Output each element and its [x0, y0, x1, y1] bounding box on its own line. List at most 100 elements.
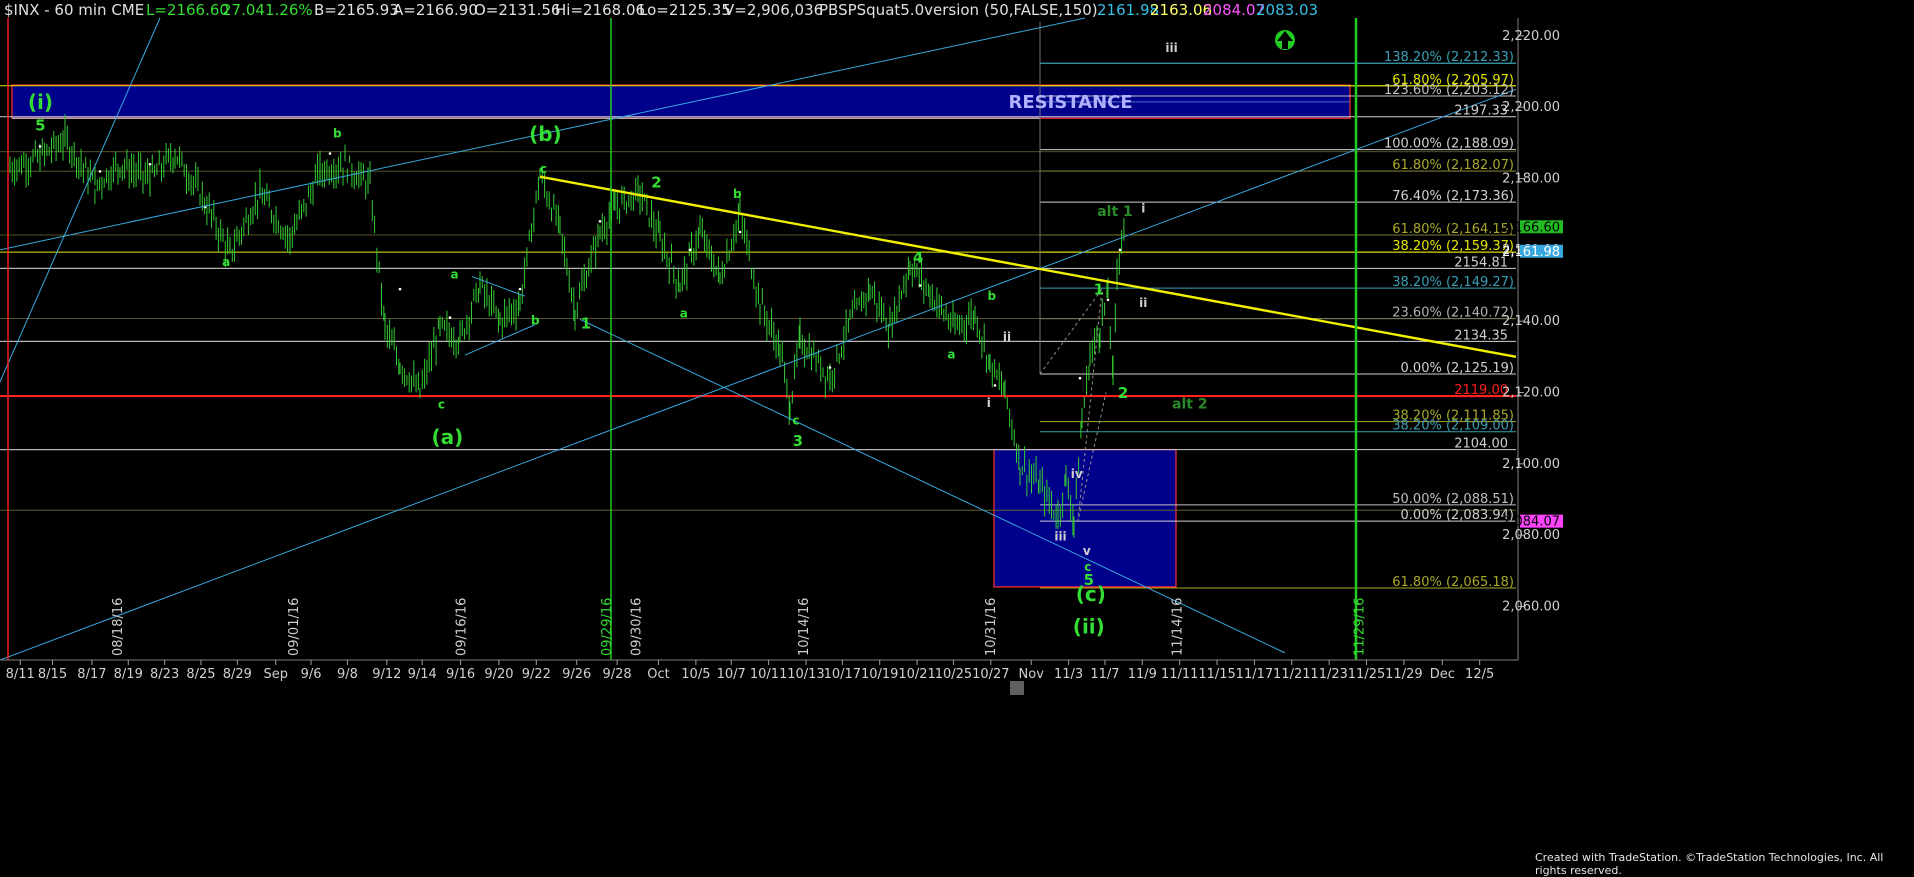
- x-tick-label: 12/5: [1465, 667, 1494, 682]
- y-tick-label: 2,120.00: [1502, 386, 1560, 401]
- x-tick-label: 11/21: [1273, 667, 1310, 682]
- x-tick-label: Dec: [1430, 667, 1455, 682]
- header-volume: V=2,906,036: [724, 1, 823, 19]
- wave-label: a: [222, 255, 230, 269]
- date-flag-label: 11/29/16: [1353, 598, 1368, 656]
- x-tick-label: 11/17: [1236, 667, 1273, 682]
- wave-label: i: [1141, 201, 1145, 215]
- price-level-label: 2104.00: [1454, 437, 1508, 452]
- price-marker: [598, 220, 602, 223]
- price-marker: [398, 287, 402, 291]
- wave-label: a: [680, 307, 688, 321]
- x-tick-label: 11/7: [1090, 667, 1119, 682]
- fib-level-label: 123.60% (2,203.12): [1384, 83, 1514, 98]
- wave-label: c: [540, 162, 547, 176]
- x-tick-label: 8/25: [186, 667, 215, 682]
- date-flag-label: 11/14/16: [1171, 598, 1186, 656]
- wave-label: c: [792, 414, 799, 428]
- fib-level-label: 50.00% (2,088.51): [1392, 492, 1514, 507]
- header-ind-value-4: 2083.03: [1256, 1, 1318, 19]
- price-marker: [993, 384, 997, 387]
- wave-label: iii: [1054, 530, 1066, 544]
- x-tick-label: 9/22: [522, 667, 551, 682]
- x-tick-label: 11/25: [1348, 667, 1385, 682]
- y-tick-label: 2,220.00: [1502, 29, 1560, 44]
- x-tick-label: 9/14: [408, 667, 437, 682]
- header-last: L=2166.60: [146, 1, 229, 19]
- wave-label: alt 1: [1097, 204, 1133, 220]
- wave-label: iii: [1165, 41, 1177, 55]
- x-tick-label: 9/12: [372, 667, 401, 682]
- fib-level-label: 38.20% (2,159.37): [1392, 239, 1514, 254]
- fib-level-label: 38.20% (2,149.27): [1392, 275, 1514, 290]
- price-marker: [148, 162, 152, 166]
- x-tick-label: 8/11: [6, 667, 35, 682]
- header-symbol: $INX - 60 min CME: [4, 1, 144, 19]
- x-tick-label: 8/19: [114, 667, 143, 682]
- date-flag-label: 09/01/16: [287, 598, 302, 656]
- wave-label: b: [531, 314, 540, 328]
- price-marker: [328, 152, 332, 155]
- date-flag-label: 10/14/16: [797, 598, 812, 656]
- wave-label: 1: [581, 314, 591, 332]
- header-hi: Hi=2168.06: [555, 1, 645, 19]
- wave-label: b: [333, 127, 342, 141]
- date-flag-label: 08/18/16: [111, 598, 126, 656]
- price-marker: [448, 316, 452, 319]
- x-tick-label: 10/17: [824, 667, 861, 682]
- price-chart[interactable]: $INX - 60 min CME L=2166.60 27.04 1.26% …: [0, 0, 1914, 866]
- wave-label: ii: [1003, 330, 1011, 344]
- x-tick-label: 8/23: [150, 667, 179, 682]
- wave-label: (b): [529, 122, 562, 146]
- header-change: 27.04: [222, 1, 265, 19]
- date-flag-label: 09/16/16: [455, 598, 470, 656]
- x-tick-label: Nov: [1019, 667, 1045, 682]
- wave-label: alt 2: [1172, 397, 1208, 413]
- price-level-label: 2119.00: [1454, 383, 1508, 398]
- x-tick-label: 10/11: [750, 667, 787, 682]
- y-tick-label: 2,200.00: [1502, 100, 1560, 115]
- price-tag-label: 2,084.07: [1502, 515, 1560, 530]
- wave-label: b: [733, 187, 742, 201]
- x-tick-label: 11/29: [1385, 667, 1422, 682]
- wave-label: i: [987, 396, 991, 410]
- x-tick-label: 10/7: [717, 667, 746, 682]
- wave-label: 4: [913, 248, 923, 266]
- wave-label: a: [450, 267, 458, 281]
- wave-label: (ii): [1073, 614, 1105, 638]
- fib-level-label: 0.00% (2,083.94): [1401, 508, 1514, 523]
- wave-label: 3: [793, 432, 803, 450]
- y-tick-label: 2,180.00: [1502, 172, 1560, 187]
- header-bid: B=2165.93: [314, 1, 399, 19]
- fib-level-label: 61.80% (2,164.15): [1392, 222, 1514, 237]
- x-tick-label: 9/20: [484, 667, 513, 682]
- x-tick-label: 11/15: [1198, 667, 1235, 682]
- header-change-pct: 1.26%: [265, 1, 313, 19]
- x-tick-label: 8/15: [38, 667, 67, 682]
- price-level-label: 2197.33: [1454, 104, 1508, 119]
- price-marker: [38, 145, 42, 148]
- x-tick-label: 8/17: [77, 667, 106, 682]
- fib-level-label: 100.00% (2,188.09): [1384, 137, 1514, 152]
- x-tick-label: 9/6: [301, 667, 322, 682]
- wave-label: 2: [1118, 384, 1128, 402]
- header-bar: $INX - 60 min CME L=2166.60 27.04 1.26% …: [4, 1, 1318, 19]
- wave-label: b: [988, 289, 997, 303]
- x-tick-label: 11/3: [1054, 667, 1083, 682]
- footer-copyright: Created with TradeStation. ©TradeStation…: [1535, 851, 1884, 877]
- header-ask: A=2166.90: [393, 1, 478, 19]
- price-marker: [1106, 298, 1110, 302]
- price-marker: [1078, 376, 1082, 380]
- x-tick-label: Oct: [647, 667, 669, 682]
- x-tick-label: 8/29: [223, 667, 252, 682]
- x-tick-label: 10/19: [861, 667, 898, 682]
- wave-label: c: [438, 398, 445, 412]
- y-tick-label: 2,060.00: [1502, 600, 1560, 615]
- fib-level-label: 23.60% (2,140.72): [1392, 306, 1514, 321]
- price-tag-label: 2,166.60: [1502, 220, 1560, 235]
- wave-label: iv: [1071, 467, 1083, 481]
- wave-label: ii: [1139, 296, 1147, 310]
- header-lo: Lo=2125.35: [639, 1, 731, 19]
- y-tick-label: 2,140.00: [1502, 314, 1560, 329]
- price-marker: [1118, 248, 1122, 252]
